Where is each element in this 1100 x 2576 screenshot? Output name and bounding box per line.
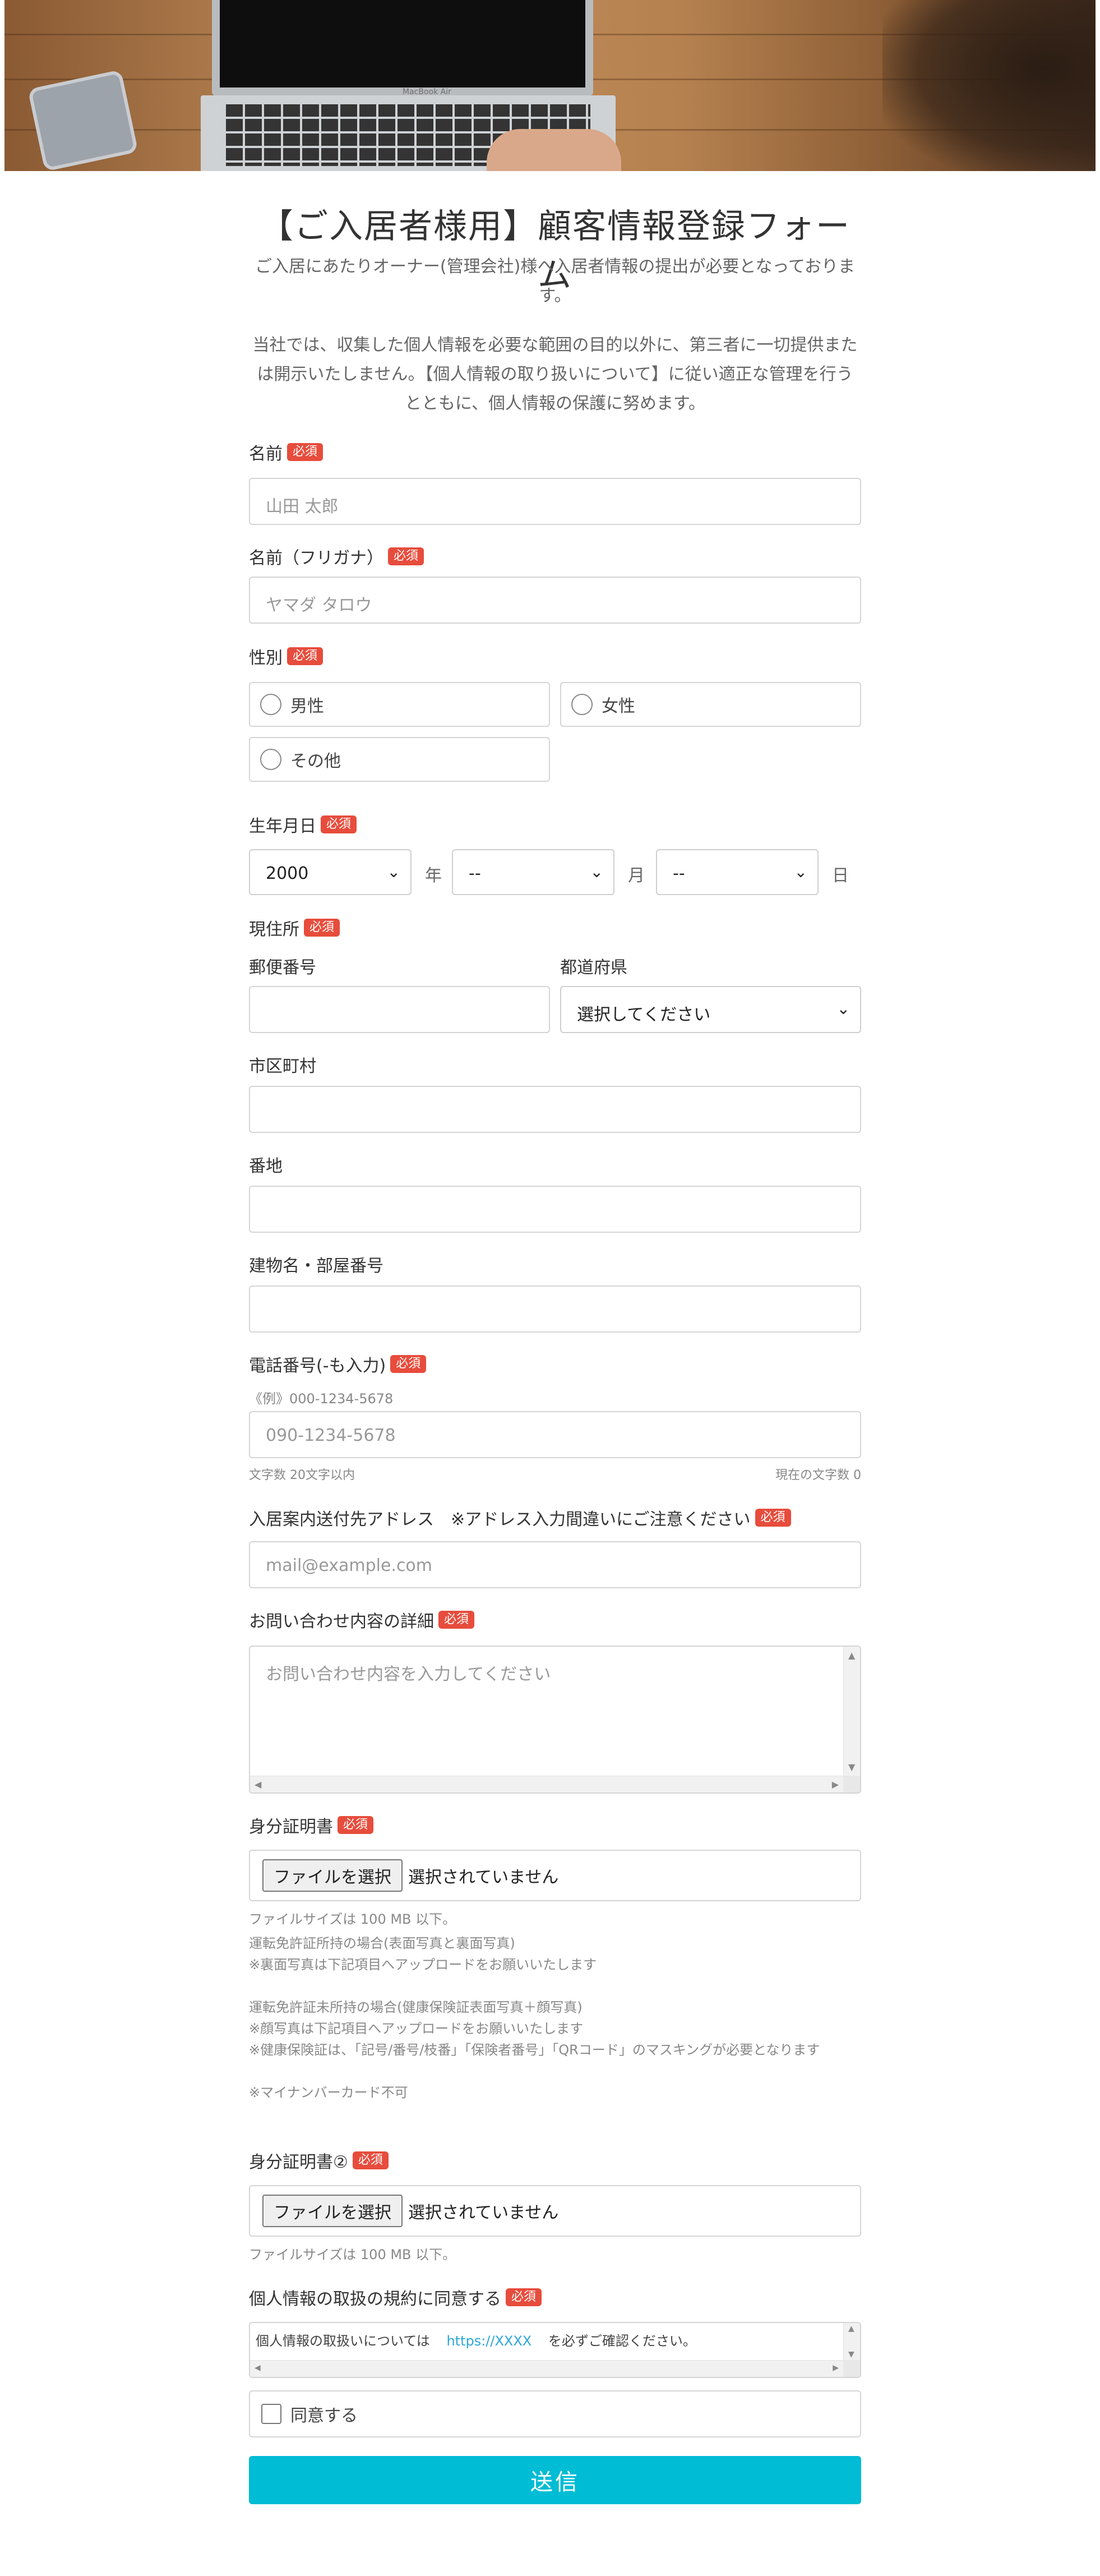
phone-example: 《例》000-1234-5678 [249, 1391, 394, 1407]
phone-input[interactable]: 090-1234-5678 [249, 1411, 861, 1458]
month-unit: 月 [628, 866, 645, 886]
phone-limit: 文字数 20文字以内 [249, 1468, 355, 1482]
horizontal-scrollbar[interactable]: ◀ ▶ [250, 1776, 843, 1792]
id-doc2-size-note: ファイルサイズは 100 MB 以下。 [249, 2247, 456, 2262]
required-badge: 必須 [338, 1816, 374, 1834]
required-badge: 必須 [321, 815, 357, 833]
id-doc2-file-status: 選択されていません [408, 2203, 559, 2223]
phone-placeholder: 090-1234-5678 [266, 1426, 396, 1445]
required-badge: 必須 [438, 1611, 475, 1629]
id-doc-size-note: ファイルサイズは 100 MB 以下。 [249, 1911, 456, 1927]
id-doc-label: 身分証明書 必須 [249, 1813, 374, 1837]
phone-label: 電話番号(-も入力) 必須 [249, 1352, 427, 1376]
name-label: 名前 必須 [249, 440, 323, 464]
inquiry-textarea[interactable]: お問い合わせ内容を入力してください ▲ ▼ ◀ ▶ [249, 1646, 861, 1794]
street-label: 番地 [249, 1156, 283, 1176]
id-doc-file-status: 選択されていません [408, 1868, 559, 1887]
birth-day-select[interactable]: -- ⌄ [656, 849, 819, 895]
kana-input[interactable]: ヤマダ タロウ [249, 577, 861, 624]
required-badge: 必須 [287, 647, 323, 665]
resize-handle-icon[interactable] [843, 1776, 860, 1792]
email-label: 入居案内送付先アドレス ※アドレス入力間違いにご注意ください 必須 [249, 1505, 791, 1530]
id-doc2-label: 身分証明書② 必須 [249, 2148, 389, 2173]
id-doc2-file-input[interactable]: ファイルを選択 選択されていません [249, 2185, 861, 2237]
scroll-right-icon[interactable]: ▶ [832, 1779, 839, 1790]
id-doc-notes: 運転免許証所持の場合(表面写真と裏面写真) ※裏面写真は下記項目へアップロードを… [249, 1936, 820, 2100]
required-badge: 必須 [755, 1509, 791, 1527]
street-input[interactable] [249, 1186, 861, 1233]
name-placeholder: 山田 太郎 [266, 497, 339, 517]
city-label: 市区町村 [249, 1057, 316, 1076]
privacy-terms-text: 個人情報の取扱いについては https://XXXX を必ずご確認ください。 [256, 2333, 696, 2349]
agree-label: 同意する [290, 2406, 358, 2426]
radio-icon[interactable] [260, 694, 281, 715]
scroll-left-icon[interactable]: ◀ [255, 2363, 261, 2372]
required-badge: 必須 [287, 443, 323, 461]
email-placeholder: mail@example.com [266, 1556, 433, 1575]
inquiry-label: お問い合わせ内容の詳細 必須 [249, 1607, 475, 1632]
phone-icon [27, 69, 138, 171]
privacy-terms-box[interactable]: 個人情報の取扱いについては https://XXXX を必ずご確認ください。 ▲… [249, 2322, 861, 2378]
privacy-link[interactable]: https://XXXX [446, 2333, 531, 2349]
chevron-down-icon: ⌄ [836, 999, 850, 1018]
kana-label: 名前（フリガナ） 必須 [249, 544, 424, 569]
prefecture-select[interactable]: 選択してください ⌄ [560, 986, 861, 1033]
chevron-down-icon: ⌄ [794, 863, 807, 881]
required-badge: 必須 [388, 547, 424, 565]
required-badge: 必須 [352, 2151, 389, 2169]
city-input[interactable] [249, 1086, 861, 1133]
scroll-up-icon[interactable]: ▲ [848, 2324, 854, 2333]
building-input[interactable] [249, 1285, 861, 1333]
laptop-icon [212, 0, 593, 95]
kana-placeholder: ヤマダ タロウ [266, 596, 372, 615]
horizontal-scrollbar[interactable]: ◀ ▶ [250, 2360, 843, 2377]
submit-button[interactable]: 送信 [249, 2456, 861, 2504]
radio-icon[interactable] [571, 694, 593, 715]
birth-label: 生年月日 必須 [249, 812, 357, 837]
year-unit: 年 [425, 866, 442, 886]
id-doc-choose-button[interactable]: ファイルを選択 [262, 1859, 403, 1892]
hero-image: MacBook Air [4, 0, 1096, 171]
laptop-brand: MacBook Air [403, 87, 451, 96]
email-input[interactable]: mail@example.com [249, 1541, 861, 1588]
inquiry-placeholder: お問い合わせ内容を入力してください [266, 1665, 551, 1684]
id-doc-file-input[interactable]: ファイルを選択 選択されていません [249, 1850, 861, 1901]
day-unit: 日 [832, 866, 849, 886]
address-label: 現住所 必須 [249, 915, 340, 940]
prefecture-label: 都道府県 [560, 958, 627, 978]
scroll-right-icon[interactable]: ▶ [833, 2363, 839, 2372]
birth-month-select[interactable]: -- ⌄ [452, 849, 614, 895]
building-label: 建物名・部屋番号 [249, 1256, 383, 1276]
required-badge: 必須 [304, 919, 340, 937]
scroll-down-icon[interactable]: ▼ [848, 1762, 855, 1772]
scroll-up-icon[interactable]: ▲ [848, 1650, 855, 1661]
privacy-label: 個人情報の取扱の規約に同意する 必須 [249, 2285, 542, 2310]
phone-count: 現在の文字数 0 [775, 1468, 861, 1482]
required-badge: 必須 [506, 2288, 542, 2306]
agree-option[interactable]: 同意する [249, 2390, 861, 2437]
required-badge: 必須 [390, 1355, 427, 1373]
scroll-left-icon[interactable]: ◀ [255, 1779, 261, 1790]
vertical-scrollbar[interactable]: ▲ ▼ [843, 2323, 860, 2360]
gender-label: 性別 必須 [249, 644, 323, 669]
gender-option-other[interactable]: その他 [249, 737, 550, 782]
gender-option-male[interactable]: 男性 [249, 682, 550, 727]
intro-text-2: 当社では、収集した個人情報を必要な範囲の目的以外に、第三者に一切提供または開示い… [252, 335, 858, 413]
name-input[interactable]: 山田 太郎 [249, 478, 861, 525]
chevron-down-icon: ⌄ [387, 863, 400, 881]
id-doc2-choose-button[interactable]: ファイルを選択 [262, 2195, 403, 2227]
agree-checkbox[interactable] [261, 2404, 281, 2424]
intro-text-1: ご入居にあたりオーナー(管理会社)様へ入居者情報の提出が必要となっております。 [255, 257, 856, 306]
postal-input[interactable] [249, 986, 550, 1033]
birth-year-select[interactable]: 2000 ⌄ [249, 849, 412, 895]
gender-option-female[interactable]: 女性 [560, 682, 861, 727]
vertical-scrollbar[interactable]: ▲ ▼ [843, 1647, 860, 1776]
postal-label: 郵便番号 [249, 958, 316, 978]
radio-icon[interactable] [260, 749, 281, 770]
chevron-down-icon: ⌄ [590, 863, 603, 881]
scroll-down-icon[interactable]: ▼ [848, 2350, 854, 2359]
